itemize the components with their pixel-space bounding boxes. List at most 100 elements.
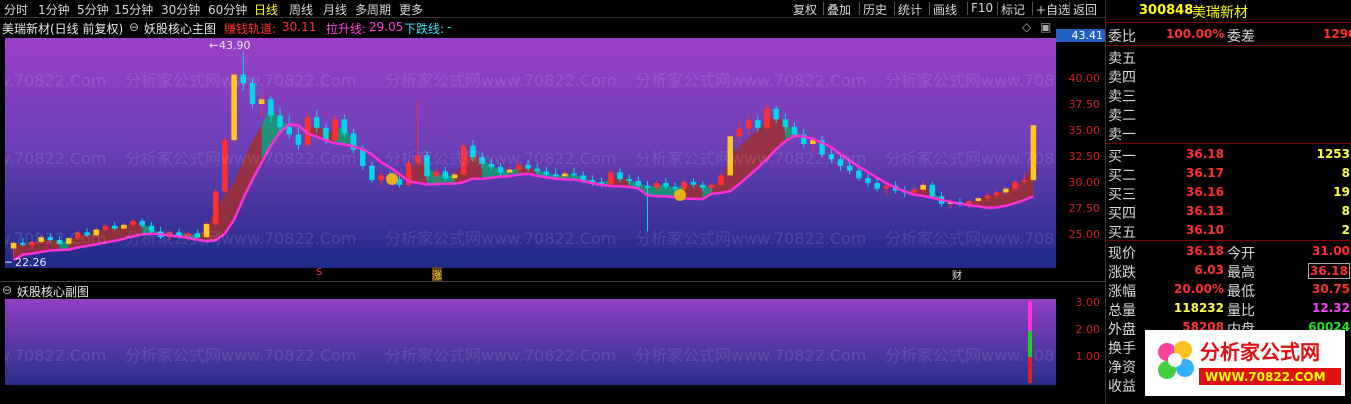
candle-body[interactable] — [755, 120, 761, 128]
buy-row[interactable]: 买一 36.18 1253 — [1106, 144, 1351, 165]
toolbar-button[interactable]: F10 — [971, 1, 993, 15]
window-icon[interactable]: ▣ — [1040, 20, 1051, 34]
candle-body[interactable] — [506, 169, 513, 173]
candle-body[interactable] — [212, 191, 219, 224]
toolbar-button[interactable]: 叠加 — [827, 1, 851, 18]
collapse-icon[interactable]: ⊖ — [129, 20, 139, 34]
candle-body[interactable] — [791, 126, 798, 135]
toolbar-button[interactable]: 历史 — [863, 1, 887, 18]
toolbar-button[interactable]: 画线 — [933, 1, 957, 18]
watermark-text: 分析家公式网www.70822.Com — [635, 149, 866, 168]
candle-body[interactable] — [258, 99, 265, 105]
toolbar-button[interactable]: 标记 — [1001, 1, 1025, 18]
candle-body[interactable] — [718, 175, 724, 185]
candle-body[interactable] — [451, 174, 458, 179]
candle-body[interactable] — [571, 173, 577, 176]
candle-body[interactable] — [681, 182, 688, 189]
event-marker[interactable]: 涨 — [432, 267, 442, 282]
stat-value: 118232 — [1173, 301, 1224, 315]
period-tab[interactable]: 30分钟 — [161, 1, 200, 18]
candle-body[interactable] — [764, 108, 770, 128]
candle-body[interactable] — [690, 182, 697, 185]
candle-body[interactable] — [773, 108, 779, 120]
candle-body[interactable] — [268, 99, 274, 116]
candle-body[interactable] — [562, 173, 568, 177]
candle-body[interactable] — [139, 221, 145, 226]
event-marker[interactable]: 财 — [952, 267, 962, 282]
buy-row[interactable]: 买五 36.10 2 — [1106, 220, 1351, 241]
candle-body[interactable] — [130, 221, 136, 225]
buy-row[interactable]: 买四 36.13 8 — [1106, 201, 1351, 222]
period-tab[interactable]: 15分钟 — [114, 1, 153, 18]
toolbar-button[interactable]: 统计 — [898, 1, 922, 18]
sub-indicator-chart[interactable]: 分析家公式网www.70822.Com 分析家公式网www.70822.Com 分析… — [5, 299, 1056, 385]
collapse-icon[interactable]: ⊖ — [2, 283, 12, 297]
candle-body[interactable] — [359, 149, 366, 166]
candle-body[interactable] — [378, 175, 384, 181]
toolbar-button[interactable]: 复权 — [793, 1, 817, 18]
candle-body[interactable] — [332, 119, 338, 141]
candlestick-chart[interactable]: 分析家公式网www.70822.Com 分析家公式网www.70822.Com 分析… — [5, 38, 1056, 268]
candle-body[interactable] — [626, 179, 632, 182]
candle-body[interactable] — [295, 134, 302, 145]
main-indicator-name[interactable]: 妖股核心主图 — [144, 20, 216, 37]
candle-body[interactable] — [552, 174, 559, 177]
event-marker[interactable]: S — [316, 267, 322, 278]
candle-body[interactable] — [543, 171, 550, 175]
buy-volume: 1253 — [1316, 147, 1350, 161]
candle-body[interactable] — [911, 189, 917, 193]
candle-body[interactable] — [856, 170, 862, 179]
candle-body[interactable] — [534, 168, 541, 172]
candle-body[interactable] — [580, 175, 586, 181]
candle-body[interactable] — [865, 178, 871, 183]
candle-body[interactable] — [1003, 188, 1009, 193]
period-tab[interactable]: 分时 — [4, 1, 28, 18]
candle-body[interactable] — [920, 184, 926, 190]
toolbar-button[interactable]: +自选 — [1036, 1, 1070, 18]
period-tab[interactable]: 1分钟 — [38, 1, 70, 18]
track-label: 赚钱轨道: — [224, 22, 277, 36]
candle-body[interactable] — [709, 184, 715, 188]
candle-body[interactable] — [433, 171, 439, 177]
period-tab[interactable]: 周线 — [289, 1, 313, 18]
candle-body[interactable] — [277, 115, 283, 127]
candle-body[interactable] — [644, 185, 651, 188]
candle-body[interactable] — [672, 186, 678, 189]
candle-body[interactable] — [341, 119, 348, 134]
period-tab[interactable]: 60分钟 — [208, 1, 247, 18]
candle-body[interactable] — [617, 172, 623, 180]
candle-body[interactable] — [782, 119, 789, 127]
period-tab[interactable]: 多周期 — [355, 1, 391, 18]
candle-body[interactable] — [984, 195, 991, 199]
candle-body[interactable] — [745, 120, 752, 129]
candle-body[interactable] — [1021, 180, 1027, 183]
period-tab[interactable]: 月线 — [323, 1, 347, 18]
candle-body[interactable] — [975, 198, 982, 202]
candle-body[interactable] — [314, 117, 320, 128]
period-tab[interactable]: 更多 — [399, 1, 423, 18]
candle-body[interactable] — [883, 185, 890, 189]
candle-body[interactable] — [874, 182, 880, 189]
candle-body[interactable] — [286, 126, 292, 135]
buy-price: 36.16 — [1186, 185, 1224, 199]
buy-row[interactable]: 买三 36.16 19 — [1106, 182, 1351, 203]
candle-body[interactable] — [111, 225, 118, 229]
candle-body[interactable] — [653, 182, 660, 188]
buy-row[interactable]: 买二 36.17 8 — [1106, 163, 1351, 184]
sub-indicator-name[interactable]: 妖股核心副图 — [17, 283, 89, 300]
diamond-icon[interactable]: ◇ — [1022, 20, 1031, 34]
sub-tick: 1.00 — [1075, 350, 1101, 363]
period-tab[interactable]: 5分钟 — [77, 1, 109, 18]
candle-body[interactable] — [993, 192, 1000, 196]
candle-body[interactable] — [736, 128, 743, 137]
toolbar-button[interactable]: 返回 — [1073, 1, 1097, 18]
candle-body[interactable] — [635, 181, 642, 186]
candle-body[interactable] — [369, 165, 375, 181]
candle-body[interactable] — [663, 182, 669, 187]
candle-body[interactable] — [442, 171, 449, 179]
candle-body[interactable] — [1012, 182, 1018, 189]
candle-body[interactable] — [699, 184, 706, 188]
candle-body[interactable] — [608, 172, 614, 185]
candle-body[interactable] — [929, 184, 936, 197]
period-tab[interactable]: 日线 — [254, 1, 278, 18]
